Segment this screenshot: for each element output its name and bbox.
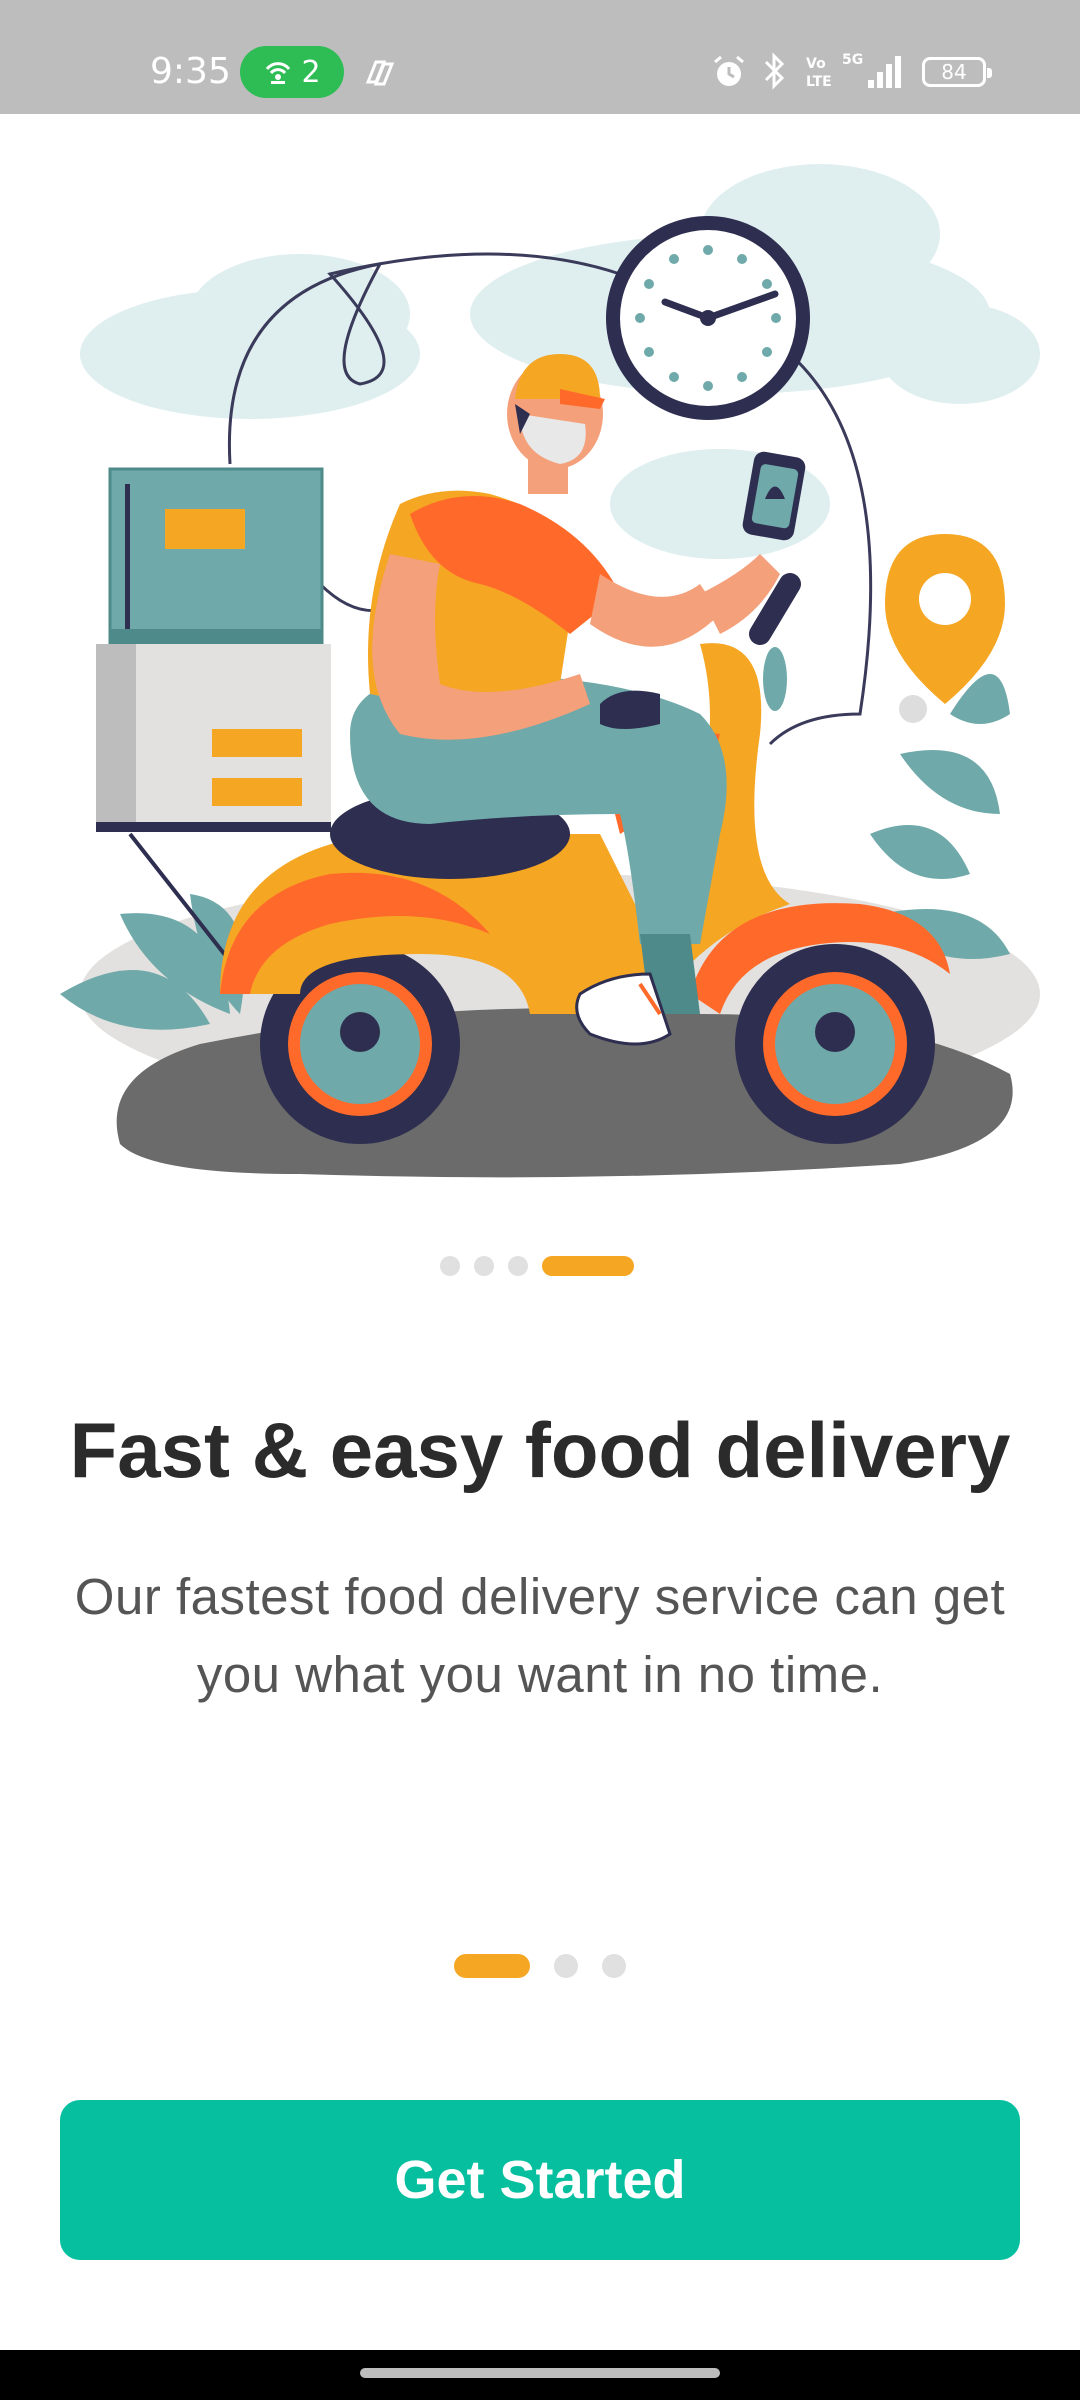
onboarding-title: Fast & easy food delivery	[69, 1406, 1011, 1494]
page-indicator-dot[interactable]	[554, 1954, 578, 1978]
onboarding-subtitle: Our fastest food delivery service can ge…	[74, 1568, 1006, 1703]
copilot-icon	[365, 60, 395, 86]
5g-signal-icon: 5G	[842, 52, 901, 88]
onboarding-page-indicator[interactable]	[454, 1954, 626, 1978]
image-indicator-dot	[508, 1256, 528, 1276]
svg-text:5G: 5G	[842, 52, 863, 68]
get-started-button[interactable]: Get Started	[60, 2100, 1020, 2260]
battery-icon: 84	[922, 57, 992, 87]
bluetooth-icon	[764, 52, 785, 90]
status-time: 9:35	[150, 51, 231, 92]
image-indicator-dot	[440, 1256, 460, 1276]
battery-level: 84	[941, 60, 967, 84]
page-indicator-dot[interactable]	[602, 1954, 626, 1978]
hotspot-count: 2	[301, 54, 321, 90]
delivery-scooter-illustration	[60, 164, 1040, 1178]
page-indicator-active[interactable]	[454, 1954, 530, 1978]
hotspot-indicator[interactable]: 2	[240, 46, 344, 98]
svg-text:Vo: Vo	[806, 56, 826, 72]
image-indicator-active	[542, 1256, 634, 1276]
scooter-front-wheel	[735, 944, 935, 1144]
status-bar: 9:35 2 Vo LTE 5G 84	[0, 0, 1080, 114]
clock-icon	[606, 216, 810, 420]
volte-icon: Vo LTE	[806, 56, 832, 90]
hotspot-icon	[266, 62, 291, 84]
home-gesture-handle[interactable]	[360, 2368, 720, 2378]
image-carousel-indicator	[440, 1256, 634, 1276]
alarm-icon	[714, 55, 744, 86]
svg-text:LTE: LTE	[806, 74, 832, 90]
image-indicator-dot	[474, 1256, 494, 1276]
